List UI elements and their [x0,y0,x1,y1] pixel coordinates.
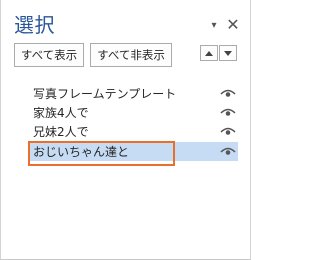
visibility-eye-icon[interactable] [220,126,236,137]
close-pane-button[interactable]: ✕ [226,16,240,34]
visibility-eye-icon[interactable] [220,88,236,99]
hide-all-button[interactable]: すべて非表示 [90,43,172,67]
object-label: 家族4人で [33,106,89,120]
triangle-down-icon [224,50,232,56]
visibility-eye-icon[interactable] [220,107,236,118]
triangle-up-icon [205,50,213,56]
dropdown-arrow-icon: ▾ [211,19,217,31]
selection-pane: 選択 ▾ ✕ すべて表示 すべて非表示 写真フレームテンプレート 家族4人で 兄… [0,0,251,260]
list-item[interactable]: 家族4人で [28,103,238,122]
object-label: 写真フレームテンプレート [33,87,177,101]
bring-forward-button[interactable] [200,45,218,61]
send-backward-button[interactable] [219,45,237,61]
object-label: おじいちゃん達と [33,145,130,159]
object-label: 兄妹2人で [33,125,89,139]
list-item[interactable]: 兄妹2人で [28,122,238,141]
list-item-selected[interactable]: おじいちゃん達と [28,141,238,166]
show-all-button[interactable]: すべて表示 [14,43,84,67]
list-item[interactable]: 写真フレームテンプレート [28,84,238,103]
close-icon: ✕ [226,15,240,34]
visibility-eye-icon[interactable] [220,146,236,157]
pane-options-button[interactable]: ▾ [208,16,220,34]
pane-title: 選択 [14,13,55,37]
